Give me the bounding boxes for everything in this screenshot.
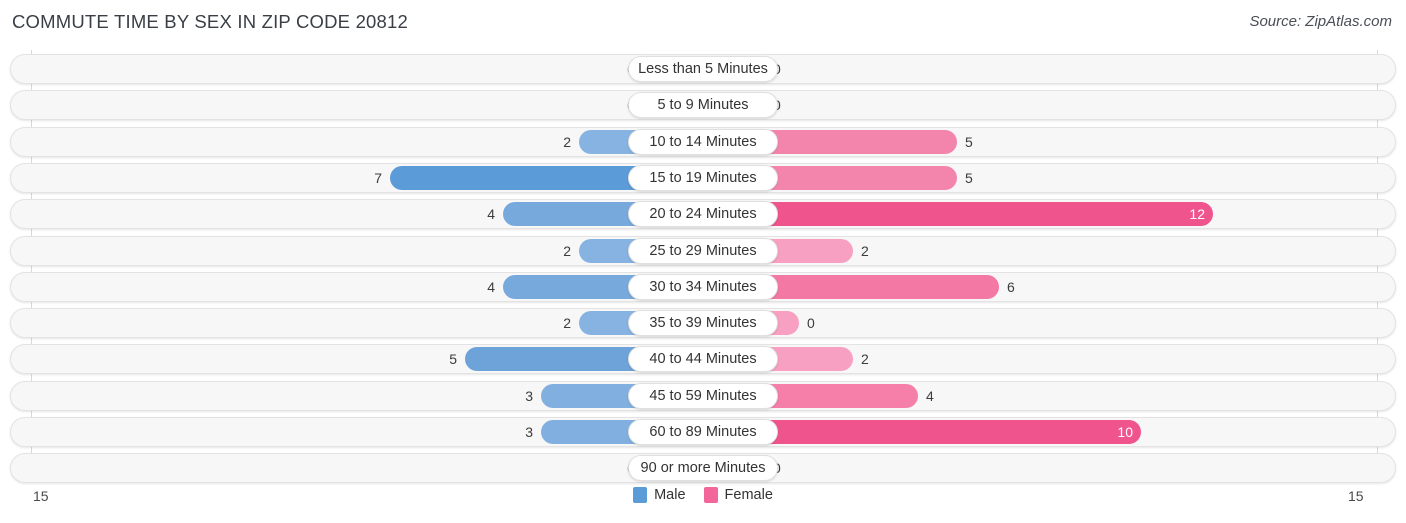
bar-female[interactable] bbox=[703, 202, 1213, 227]
value-label-male: 3 bbox=[525, 387, 533, 404]
chart-root: COMMUTE TIME BY SEX IN ZIP CODE 20812 So… bbox=[0, 0, 1406, 523]
value-label-male: 7 bbox=[374, 169, 382, 186]
value-label-male: 2 bbox=[563, 133, 571, 150]
page-title: COMMUTE TIME BY SEX IN ZIP CODE 20812 bbox=[12, 11, 409, 32]
chart-row: 7 5 15 to 19 Minutes bbox=[10, 162, 1396, 193]
value-label-male: 4 bbox=[487, 206, 495, 223]
legend-label-male: Male bbox=[654, 487, 686, 503]
chart-row: 005 to 9 Minutes bbox=[10, 90, 1396, 121]
value-label-male: 2 bbox=[563, 242, 571, 259]
category-label-pill: 60 to 89 Minutes bbox=[628, 419, 778, 445]
category-label-pill: 35 to 39 Minutes bbox=[628, 310, 778, 337]
chart-row: 00Less than 5 Minutes bbox=[10, 54, 1396, 84]
value-label-male: 4 bbox=[487, 278, 495, 295]
category-label-pill: 10 to 14 Minutes bbox=[628, 128, 778, 155]
category-label-pill: 20 to 24 Minutes bbox=[628, 201, 778, 228]
value-label-female: 5 bbox=[965, 169, 973, 186]
value-label-female: 4 bbox=[926, 387, 934, 404]
chart-row: 4 12 20 to 24 Minutes bbox=[10, 199, 1396, 230]
value-label-female: 0 bbox=[773, 453, 819, 483]
legend-swatch-female-icon bbox=[703, 487, 718, 503]
value-label-female: 2 bbox=[861, 242, 869, 259]
chart-row: 3 10 60 to 89 Minutes bbox=[10, 417, 1396, 447]
legend-label-female: Female bbox=[724, 487, 773, 503]
category-label-pill: 90 or more Minutes bbox=[628, 455, 778, 482]
category-label-pill: Less than 5 Minutes bbox=[628, 56, 778, 82]
value-label-male: 3 bbox=[525, 424, 533, 440]
chart-row: 2 2 25 to 29 Minutes bbox=[10, 235, 1396, 266]
value-label-female: 10 bbox=[1117, 424, 1133, 440]
category-label-pill: 25 to 29 Minutes bbox=[628, 237, 778, 264]
chart-row: 2 0 35 to 39 Minutes bbox=[10, 308, 1396, 339]
value-label-male: 5 bbox=[449, 351, 457, 368]
legend-item-female[interactable]: Female bbox=[703, 487, 773, 503]
category-label-pill: 30 to 34 Minutes bbox=[628, 273, 778, 300]
value-label-female: 0 bbox=[807, 315, 815, 332]
value-label-male: 2 bbox=[563, 315, 571, 332]
plot-area: 00Less than 5 Minutes005 to 9 Minutes251… bbox=[0, 50, 1406, 484]
category-label-pill: 15 to 19 Minutes bbox=[628, 164, 778, 191]
value-label-female: 2 bbox=[861, 351, 869, 368]
value-label-female: 6 bbox=[1007, 278, 1015, 295]
chart-row: 4 6 30 to 34 Minutes bbox=[10, 271, 1396, 302]
value-label-female: 0 bbox=[773, 54, 819, 84]
chart-row: 2 5 10 to 14 Minutes bbox=[10, 126, 1396, 157]
category-label-pill: 5 to 9 Minutes bbox=[628, 92, 778, 119]
category-label-pill: 40 to 44 Minutes bbox=[628, 346, 778, 373]
value-label-female: 12 bbox=[1189, 206, 1205, 223]
category-label-pill: 45 to 59 Minutes bbox=[628, 382, 778, 409]
legend: Male Female bbox=[0, 487, 1406, 503]
legend-item-male[interactable]: Male bbox=[633, 487, 686, 503]
legend-swatch-male-icon bbox=[633, 487, 648, 503]
value-label-female: 5 bbox=[965, 133, 973, 150]
value-label-female: 0 bbox=[773, 90, 819, 120]
chart-row: 3 4 45 to 59 Minutes bbox=[10, 380, 1396, 411]
source-attribution: Source: ZipAtlas.com bbox=[1249, 13, 1392, 30]
chart-row: 5 2 40 to 44 Minutes bbox=[10, 344, 1396, 375]
chart-row: 0090 or more Minutes bbox=[10, 453, 1396, 484]
